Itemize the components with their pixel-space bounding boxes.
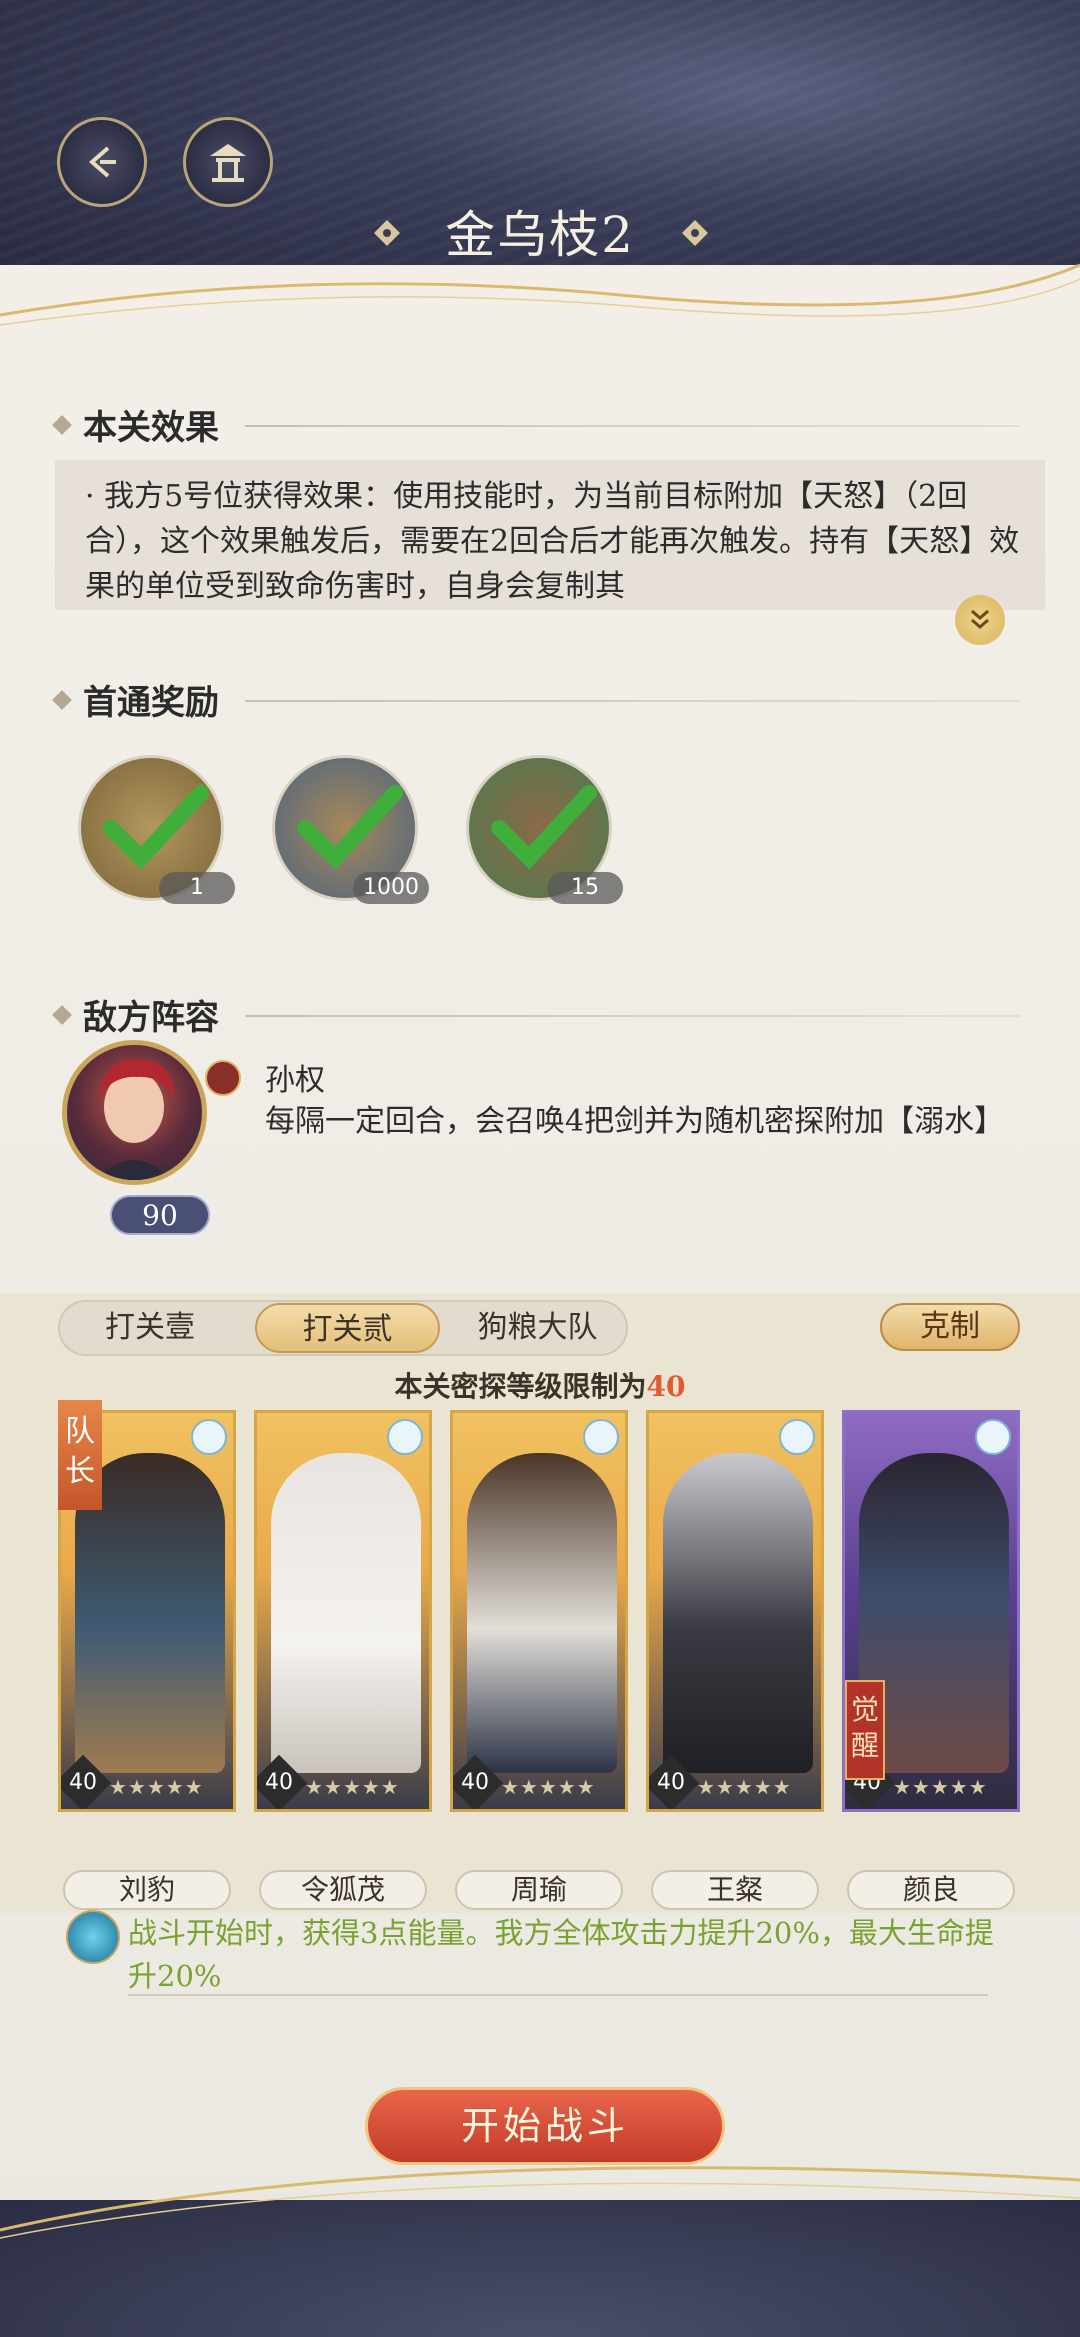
effect-box[interactable]: · 我方5号位获得效果：使用技能时，为当前目标附加【天怒】（2回合），这个效果触…	[55, 460, 1045, 610]
member-portrait	[271, 1453, 421, 1773]
enemy-description: 每隔一定回合，会召唤4把剑并为随机密探附加【溺水】	[265, 1104, 1005, 1139]
checkmark-icon	[491, 785, 597, 870]
member-name: 周瑜	[455, 1870, 623, 1910]
awakened-tag: 觉醒	[845, 1680, 885, 1780]
reward-heading: 首通奖励	[52, 675, 219, 724]
enemy-level: 90	[110, 1195, 210, 1235]
divider	[245, 700, 1020, 702]
divider	[245, 425, 1020, 427]
element-swirl-icon	[779, 1419, 815, 1455]
team-bonus-icon[interactable]	[66, 1910, 120, 1964]
home-button[interactable]	[183, 117, 273, 207]
reward-item[interactable]: 1000	[272, 755, 429, 904]
level-limit: 本关密探等级限制为40	[394, 1370, 686, 1403]
member-name: 王粲	[651, 1870, 819, 1910]
star-rating: ★★★★★	[305, 1775, 400, 1799]
fire-element-icon	[205, 1060, 241, 1096]
member-portrait	[663, 1453, 813, 1773]
double-chevron-down-icon	[971, 609, 989, 629]
star-rating: ★★★★★	[501, 1775, 596, 1799]
reward-item[interactable]: 1	[78, 755, 235, 904]
reward-count: 1000	[353, 872, 429, 904]
diamond-bullet-icon	[52, 689, 72, 710]
back-arrow-icon	[88, 146, 116, 178]
tab-team-1[interactable]: 打关壹	[70, 1303, 230, 1353]
member-name: 令狐茂	[259, 1870, 427, 1910]
checkmark-icon	[103, 785, 209, 870]
reward-item[interactable]: 15	[466, 755, 623, 904]
panel-top-ornament	[0, 263, 1080, 326]
enemy-portrait	[97, 1059, 175, 1180]
enemy-heading: 敌方阵容	[52, 990, 219, 1039]
team-bonus-text: 战斗开始时，获得3点能量。我方全体攻击力提升20%，最大生命提升20%	[128, 1916, 994, 1993]
team-member-card[interactable]: 40 ★★★★★	[646, 1410, 824, 1812]
divider	[128, 1994, 988, 1996]
tab-team-2[interactable]: 打关贰	[255, 1303, 440, 1353]
start-battle-button[interactable]: 开始战斗	[365, 2087, 725, 2165]
reward-count: 1	[159, 872, 235, 904]
leader-tag: 队长	[58, 1400, 102, 1510]
member-portrait	[467, 1453, 617, 1773]
element-swirl-icon	[975, 1419, 1011, 1455]
enemy-avatar[interactable]	[62, 1040, 207, 1185]
star-rating: ★★★★★	[109, 1775, 204, 1799]
diamond-bullet-icon	[52, 1004, 72, 1025]
effect-heading: 本关效果	[52, 400, 219, 449]
diamond-bullet-icon	[52, 414, 72, 435]
star-rating: ★★★★★	[893, 1775, 988, 1799]
page-title: 金乌枝2	[445, 206, 635, 264]
element-swirl-icon	[191, 1419, 227, 1455]
tab-team-3[interactable]: 狗粮大队	[455, 1303, 620, 1353]
member-name: 颜良	[847, 1870, 1015, 1910]
checkmark-icon	[297, 785, 403, 870]
team-member-card[interactable]: 40 ★★★★★	[450, 1410, 628, 1812]
reward-count: 15	[547, 872, 623, 904]
enemy-name: 孙权	[265, 1063, 325, 1098]
expand-button[interactable]	[955, 595, 1005, 645]
element-swirl-icon	[583, 1419, 619, 1455]
team-member-card[interactable]: 40 ★★★★★	[254, 1410, 432, 1812]
counter-button[interactable]: 克制	[880, 1303, 1020, 1351]
divider	[245, 1015, 1020, 1017]
member-name: 刘豹	[63, 1870, 231, 1910]
back-button[interactable]	[57, 117, 147, 207]
pavilion-icon	[210, 144, 246, 182]
effect-text: · 我方5号位获得效果：使用技能时，为当前目标附加【天怒】（2回合），这个效果触…	[85, 479, 1020, 604]
title-ornament-right-icon	[682, 220, 708, 246]
element-swirl-icon	[387, 1419, 423, 1455]
star-rating: ★★★★★	[697, 1775, 792, 1799]
